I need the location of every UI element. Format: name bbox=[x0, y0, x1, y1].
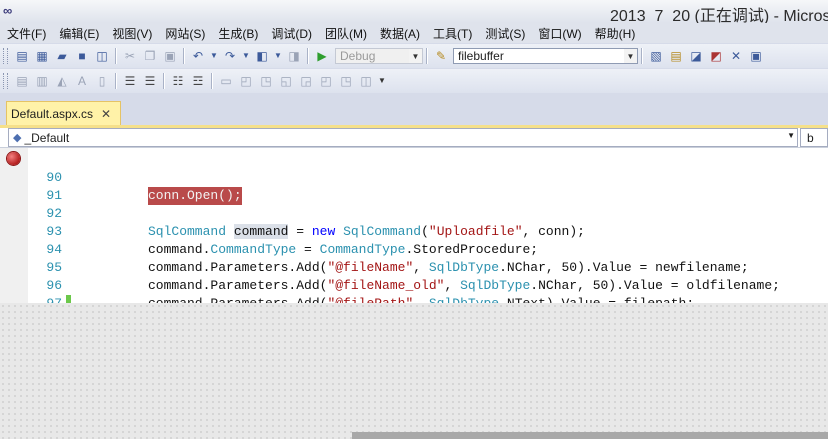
toolbar-separator bbox=[163, 73, 165, 89]
paste-icon[interactable]: ▣ bbox=[162, 48, 178, 64]
previous-bookmark-document-icon[interactable]: ◰ bbox=[318, 73, 334, 89]
toolbar-grip[interactable] bbox=[3, 48, 8, 64]
solution-explorer-icon[interactable]: ▧ bbox=[648, 48, 664, 64]
toolbar-separator bbox=[426, 48, 428, 64]
copy-icon[interactable]: ❐ bbox=[142, 48, 158, 64]
navigate-backward-icon[interactable]: ◧ bbox=[254, 48, 270, 64]
parameter-info-icon[interactable]: ▥ bbox=[34, 73, 50, 89]
save-icon[interactable]: ■ bbox=[74, 48, 90, 64]
code-line[interactable]: 96 command.Parameters.Add("@filePath", S… bbox=[0, 259, 828, 303]
document-tab-strip: Default.aspx.cs ✕ bbox=[0, 97, 828, 128]
cut-icon[interactable]: ✂ bbox=[122, 48, 138, 64]
menu-debug[interactable]: 调试(D) bbox=[264, 25, 318, 42]
previous-bookmark-folder-icon[interactable]: ◱ bbox=[278, 73, 294, 89]
toolbar-options-icon[interactable]: ▼ bbox=[378, 73, 386, 89]
class-dropdown-value: _Default bbox=[24, 130, 70, 145]
solution-config-select[interactable]: Debug ▼ bbox=[335, 48, 423, 64]
toolbar-separator bbox=[307, 48, 309, 64]
menu-window[interactable]: 窗口(W) bbox=[531, 25, 587, 42]
toggle-bookmark-icon[interactable]: ▯ bbox=[94, 73, 110, 89]
next-bookmark-folder-icon[interactable]: ◲ bbox=[298, 73, 314, 89]
desktop-background bbox=[0, 303, 828, 439]
code-line[interactable]: 93 command.CommandType = CommandType.Sto… bbox=[0, 205, 828, 257]
add-item-icon[interactable]: ▦ bbox=[34, 48, 50, 64]
code-editor[interactable]: 90 conn.Open(); 91 92 SqlCommand command… bbox=[0, 148, 828, 303]
menu-test[interactable]: 测试(S) bbox=[478, 25, 531, 42]
code-line[interactable]: 97 command.Parameters.Add("@fileSize", S… bbox=[0, 277, 828, 303]
redo-icon[interactable]: ↷ bbox=[222, 48, 238, 64]
code-line[interactable]: 95 command.Parameters.Add("@fileName_old… bbox=[0, 241, 828, 293]
undo-icon[interactable]: ↶ bbox=[190, 48, 206, 64]
toolbar-grip[interactable] bbox=[3, 73, 8, 89]
menu-file[interactable]: 文件(F) bbox=[0, 25, 52, 42]
properties-icon[interactable]: ▤ bbox=[668, 48, 684, 64]
quick-info-icon[interactable]: ◭ bbox=[54, 73, 70, 89]
find-in-files-icon[interactable]: ✎ bbox=[433, 48, 449, 64]
navigation-bar: ◆ _Default ▼ b bbox=[0, 128, 828, 148]
previous-bookmark-icon[interactable]: ◰ bbox=[238, 73, 254, 89]
complete-word-icon[interactable]: A bbox=[74, 73, 90, 89]
toolbar-separator bbox=[641, 48, 643, 64]
toolbar-separator bbox=[211, 73, 213, 89]
chevron-down-icon[interactable]: ▼ bbox=[787, 131, 795, 140]
menu-team[interactable]: 团队(M) bbox=[318, 25, 373, 42]
uncomment-lines-icon[interactable]: ☲ bbox=[190, 73, 206, 89]
start-page-icon[interactable]: ▣ bbox=[748, 48, 764, 64]
title-bar: ∞ 2013_7_20 (正在调试) - Microso bbox=[0, 0, 828, 25]
menu-tools[interactable]: 工具(T) bbox=[426, 25, 478, 42]
display-object-member-list-icon[interactable]: ▤ bbox=[14, 73, 30, 89]
increase-indent-icon[interactable]: ☰ bbox=[142, 73, 158, 89]
menu-bar: 文件(F) 编辑(E) 视图(V) 网站(S) 生成(B) 调试(D) 团队(M… bbox=[0, 23, 828, 43]
solution-config-value: Debug bbox=[340, 49, 376, 63]
clear-bookmarks-icon[interactable]: ◫ bbox=[358, 73, 374, 89]
open-file-icon[interactable]: ▰ bbox=[54, 48, 70, 64]
chevron-down-icon[interactable]: ▼ bbox=[624, 49, 637, 63]
member-dropdown-value: b bbox=[807, 130, 814, 145]
chevron-down-icon[interactable]: ▼ bbox=[409, 49, 422, 63]
next-bookmark-document-icon[interactable]: ◳ bbox=[338, 73, 354, 89]
start-debugging-icon[interactable]: ▶ bbox=[314, 48, 330, 64]
menu-data[interactable]: 数据(A) bbox=[373, 25, 426, 42]
find-value: filebuffer bbox=[458, 49, 504, 63]
redo-dropdown-icon[interactable]: ▼ bbox=[242, 48, 250, 64]
class-dropdown[interactable]: ◆ _Default ▼ bbox=[8, 128, 798, 147]
navigate-forward-icon[interactable]: ◨ bbox=[286, 48, 302, 64]
text-editor-toolbar: ▤ ▥ ◭ A ▯ ☰ ☰ ☷ ☲ ▭ ◰ ◳ ◱ ◲ ◰ ◳ ◫ ▼ bbox=[0, 69, 828, 93]
close-icon[interactable]: ✕ bbox=[101, 107, 111, 121]
new-project-icon[interactable]: ▤ bbox=[14, 48, 30, 64]
class-icon: ◆ bbox=[13, 132, 22, 144]
code-line[interactable]: 98 command.Paramete bbox=[0, 295, 828, 303]
undo-dropdown-icon[interactable]: ▼ bbox=[210, 48, 218, 64]
menu-edit[interactable]: 编辑(E) bbox=[52, 25, 105, 42]
code-line[interactable]: 90 conn.Open(); bbox=[0, 151, 828, 205]
toolbox-icon[interactable]: ◩ bbox=[708, 48, 724, 64]
find-combo[interactable]: filebuffer ▼ bbox=[453, 48, 638, 64]
taskbar-edge bbox=[352, 432, 828, 439]
navigate-dropdown-icon[interactable]: ▼ bbox=[274, 48, 282, 64]
code-line[interactable]: 92 SqlCommand command = new SqlCommand("… bbox=[0, 187, 828, 239]
extension-manager-icon[interactable]: ✕ bbox=[728, 48, 744, 64]
standard-toolbar: ▤ ▦ ▰ ■ ◫ ✂ ❐ ▣ ↶ ▼ ↷ ▼ ◧ ▼ ◨ ▶ Debug ▼ … bbox=[0, 44, 828, 68]
menu-build[interactable]: 生成(B) bbox=[211, 25, 264, 42]
save-all-icon[interactable]: ◫ bbox=[94, 48, 110, 64]
menu-view[interactable]: 视图(V) bbox=[105, 25, 158, 42]
toolbar-separator bbox=[183, 48, 185, 64]
menu-website[interactable]: 网站(S) bbox=[158, 25, 211, 42]
member-dropdown[interactable]: b bbox=[800, 128, 828, 147]
code-line[interactable]: 91 bbox=[0, 169, 828, 203]
next-bookmark-icon[interactable]: ◳ bbox=[258, 73, 274, 89]
comment-lines-icon[interactable]: ☷ bbox=[170, 73, 186, 89]
toolbar-separator bbox=[115, 73, 117, 89]
toolbar-separator bbox=[115, 48, 117, 64]
object-browser-icon[interactable]: ◪ bbox=[688, 48, 704, 64]
tab-default-aspx-cs[interactable]: Default.aspx.cs ✕ bbox=[6, 101, 121, 125]
tab-label: Default.aspx.cs bbox=[11, 106, 94, 121]
menu-help[interactable]: 帮助(H) bbox=[588, 25, 642, 42]
visual-studio-icon[interactable]: ∞ bbox=[3, 4, 19, 18]
code-line[interactable]: 94 command.Parameters.Add("@fileName", S… bbox=[0, 223, 828, 275]
bookmark-icon[interactable]: ▭ bbox=[218, 73, 234, 89]
decrease-indent-icon[interactable]: ☰ bbox=[122, 73, 138, 89]
